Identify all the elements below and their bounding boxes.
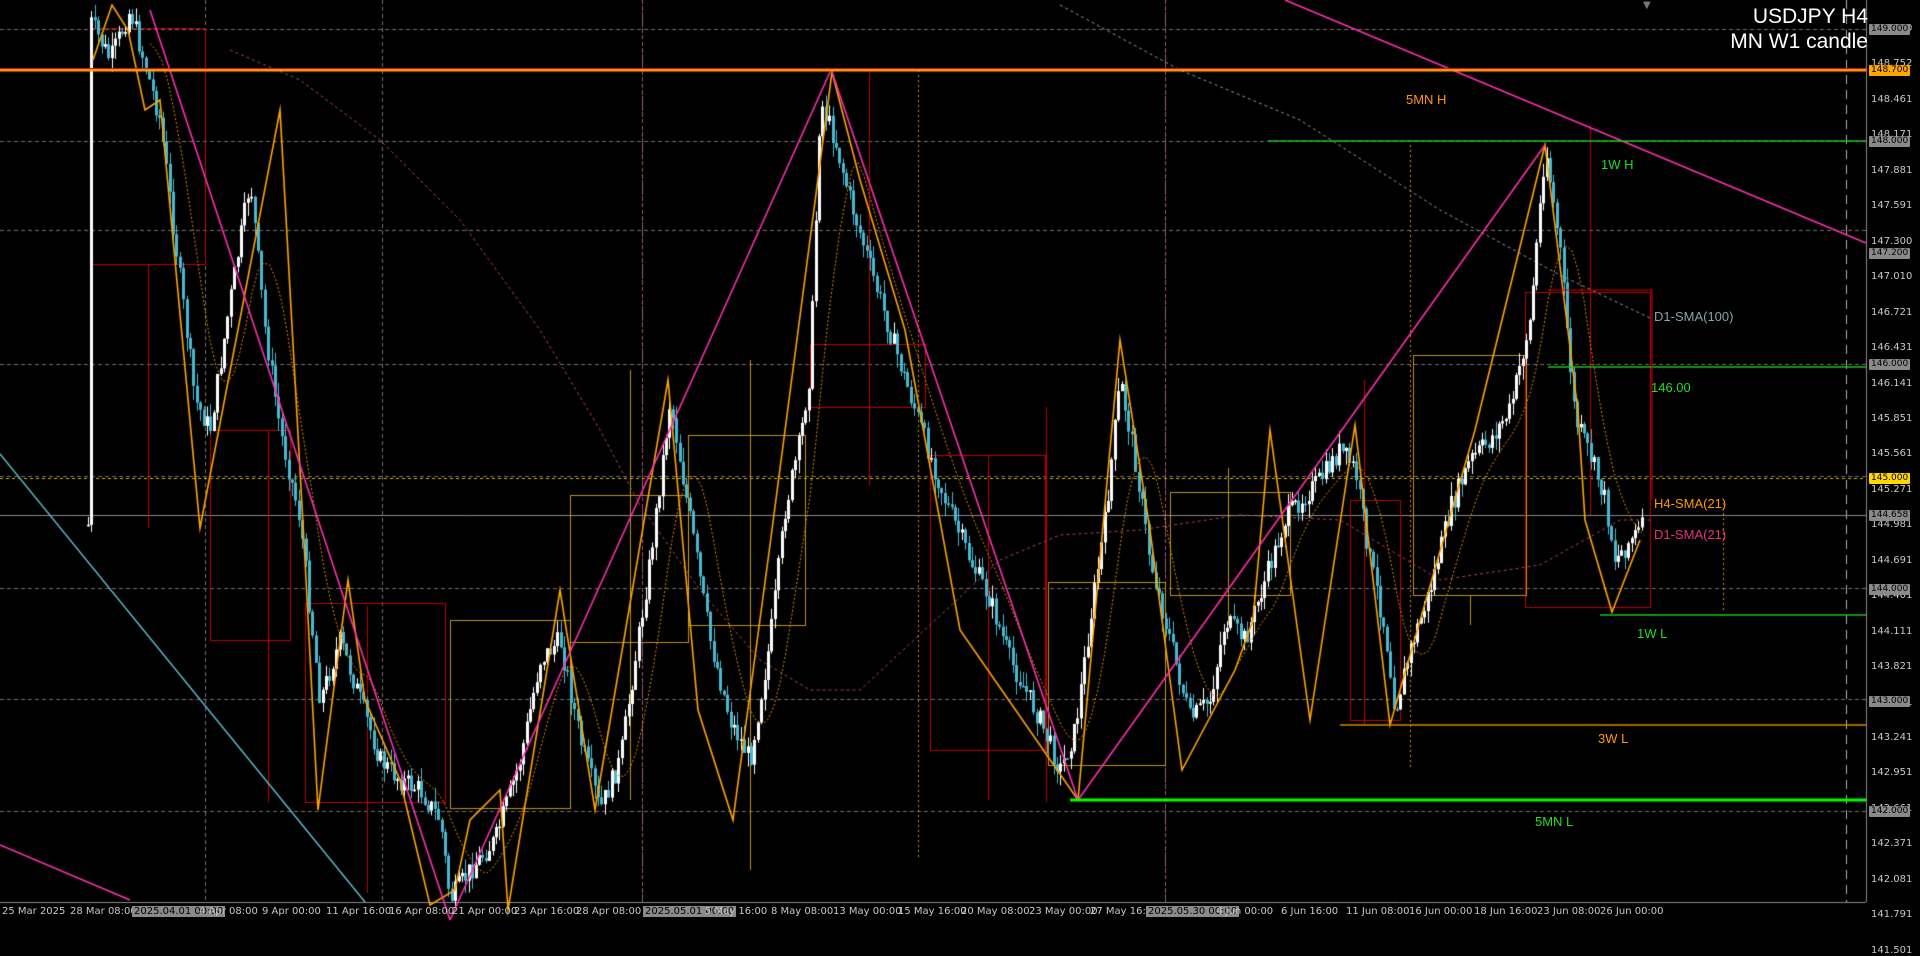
price-tick: 146.141 — [1871, 377, 1913, 389]
price-tick: 144.111 — [1871, 625, 1913, 637]
time-tick: 25 Mar 2025 — [2, 906, 66, 917]
price-tick: 145.851 — [1871, 412, 1913, 424]
time-tick: 23 Apr 16:00 — [514, 906, 580, 917]
price-tag: 144.000 — [1869, 584, 1911, 595]
price-tick: 146.431 — [1871, 342, 1913, 354]
scroll-marker-icon[interactable]: ▼ — [1643, 0, 1651, 11]
price-tick: 147.010 — [1871, 271, 1913, 283]
three-w-l-label: 3W L — [1598, 731, 1629, 746]
price-tick: 144.691 — [1871, 554, 1913, 566]
price-tag: 144.658 — [1869, 510, 1911, 521]
price-tick: 143.241 — [1871, 732, 1913, 743]
five-mn-h-label: 5MN H — [1406, 92, 1447, 107]
price-tick: 141.791 — [1871, 909, 1913, 921]
time-tick: 15 May 16:00 — [898, 906, 967, 917]
time-tick: 28 Mar 08:00 — [70, 906, 137, 917]
price-tick: 146.721 — [1871, 306, 1913, 318]
time-tick: 13 May 00:00 — [833, 906, 902, 917]
price-tag: 145.000 — [1869, 473, 1911, 484]
d1-sma100-label: D1-SMA(100) — [1654, 309, 1734, 324]
time-tick: 16 Apr 08:00 — [389, 906, 455, 917]
one-w-l-label: 1W L — [1637, 626, 1668, 641]
time-tick: 23 Jun 08:00 — [1537, 906, 1601, 917]
price-chart[interactable] — [0, 0, 1920, 923]
time-tick: 23 May 00:00 — [1029, 906, 1098, 917]
price-tick: 147.881 — [1871, 164, 1913, 176]
price-tick: 145.271 — [1871, 483, 1913, 495]
time-tick: 9 Apr 00:00 — [262, 906, 321, 917]
price-tick: 142.081 — [1871, 873, 1913, 885]
subtitle: MN W1 candle — [1730, 30, 1868, 53]
price-tick: 148.461 — [1871, 93, 1913, 105]
time-tick: 8 May 08:00 — [771, 906, 834, 917]
time-tick: 11 Apr 16:00 — [326, 906, 392, 917]
price-tick: 142.951 — [1871, 767, 1913, 779]
price-tick: 147.300 — [1871, 235, 1913, 247]
symbol-timeframe: USDJPY H4 — [1752, 5, 1868, 28]
price-tag: 142.000 — [1869, 806, 1911, 817]
price-tag: 143.000 — [1869, 696, 1911, 707]
d1-sma21-label: D1-SMA(21) — [1654, 527, 1727, 542]
time-tick: 4 Apr 08:00 — [199, 906, 258, 917]
price-tag: 148.700 — [1869, 65, 1911, 76]
time-tick: 26 Jun 00:00 — [1600, 906, 1664, 917]
level-146-label: 146.00 — [1651, 380, 1691, 395]
time-tick: 21 Apr 00:00 — [452, 906, 518, 917]
time-tick: 4 Jun 00:00 — [1216, 906, 1274, 917]
price-tick: 145.561 — [1871, 448, 1913, 460]
time-tick: 20 May 08:00 — [961, 906, 1030, 917]
one-w-h-label: 1W H — [1601, 157, 1634, 172]
price-tick: 141.501 — [1871, 944, 1913, 956]
time-tick: 5 May 16:00 — [705, 906, 768, 917]
price-tick: 143.821 — [1871, 661, 1913, 673]
time-tick: 6 Jun 16:00 — [1281, 906, 1339, 917]
price-tag: 148.000 — [1869, 136, 1911, 147]
chart-title: USDJPY H4 MN W1 candle — [1730, 4, 1868, 54]
price-tag: 149.000 — [1869, 24, 1911, 35]
price-tag: 146.000 — [1869, 359, 1911, 370]
time-tick: 18 Jun 16:00 — [1474, 906, 1538, 917]
time-tick: 11 Jun 08:00 — [1346, 906, 1410, 917]
five-mn-l-label: 5MN L — [1535, 814, 1574, 829]
price-tick: 142.371 — [1871, 838, 1913, 850]
price-tag: 147.200 — [1869, 248, 1911, 259]
time-tick: 16 Jun 00:00 — [1409, 906, 1473, 917]
time-tick: 28 Apr 08:00 — [576, 906, 642, 917]
h4-sma21-label: H4-SMA(21) — [1654, 496, 1727, 511]
price-tick: 147.591 — [1871, 200, 1913, 212]
